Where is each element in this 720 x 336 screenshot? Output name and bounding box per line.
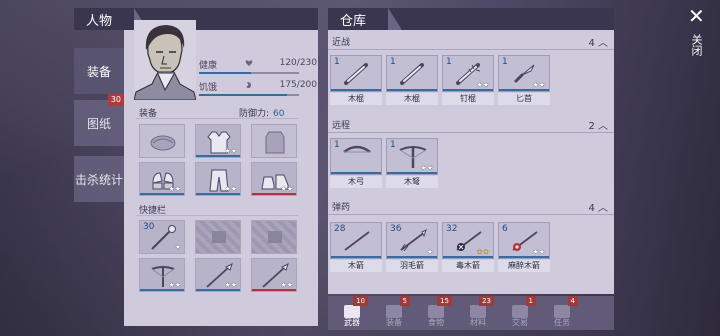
club-icon — [344, 63, 368, 85]
health-bar-fill — [199, 72, 251, 74]
storage-header: 仓库 — [328, 8, 614, 30]
tab-kill-stats[interactable]: 击杀统计 — [74, 156, 124, 202]
close-button[interactable]: ✕ 关闭 — [684, 6, 714, 66]
character-title: 人物 — [86, 14, 113, 29]
item-spiked-club[interactable]: 1 ★★ 钉棍 — [442, 55, 494, 105]
stat-health: 健康 120/230 — [199, 58, 317, 74]
chevron-up-icon: ︿ — [598, 38, 608, 49]
category-melee-label: 近战 — [332, 38, 351, 48]
item-feather-arrow[interactable]: 36 ★ 羽毛箭 — [386, 222, 438, 272]
item-dagger[interactable]: 1 ★★ 匕首 — [498, 55, 550, 105]
item-poison-arrow[interactable]: 32 ★★ 毒木箭 — [442, 222, 494, 272]
stat-hunger-value: 175/200 — [279, 80, 317, 90]
category-melee[interactable]: 近战 4 ︿ — [328, 32, 614, 50]
item-wood-bow[interactable]: 1 木弓 — [330, 138, 382, 188]
equip-slot-feet[interactable]: ★★ — [251, 162, 297, 196]
quick-slot-5[interactable]: ★★ — [195, 258, 241, 292]
tab-kill-stats-label: 击杀统计 — [74, 172, 123, 187]
stomach-icon — [246, 82, 251, 88]
arrow-icon — [344, 231, 370, 251]
stat-health-label: 健康 — [199, 61, 218, 71]
quick-slot-3-locked — [251, 220, 297, 254]
character-portrait — [133, 20, 197, 101]
quick-slot-4[interactable]: ★★ — [139, 258, 185, 292]
hat-icon — [150, 135, 176, 151]
quick-slot-1[interactable]: 30 ★ — [139, 220, 185, 254]
item-wood-club-1[interactable]: 1 木棍 — [330, 55, 382, 105]
chevron-up-icon: ︿ — [598, 203, 608, 214]
storage-title: 仓库 — [340, 14, 367, 29]
category-ranged[interactable]: 远程 2 ︿ — [328, 115, 614, 133]
blueprints-badge: 30 — [107, 94, 124, 106]
hunger-bar-fill — [199, 94, 287, 96]
category-ammo-count: 4 — [588, 203, 595, 214]
close-label: 关闭 — [690, 34, 703, 56]
chevron-up-icon: ︿ — [598, 121, 608, 132]
category-ranged-label: 远程 — [332, 121, 351, 131]
bottom-tab-weapons[interactable]: 10 武器 — [332, 296, 372, 330]
jacket-icon — [265, 131, 285, 154]
tab-blueprints[interactable]: 图纸 30 — [74, 94, 124, 146]
bottom-tab-equipment[interactable]: 5 装备 — [374, 296, 414, 330]
item-wood-crossbow[interactable]: 1 ★★ 木弩 — [386, 138, 438, 188]
equip-slot-legs[interactable]: ★★ — [195, 162, 241, 196]
locked-icon — [268, 231, 282, 243]
quick-slot-2-locked — [195, 220, 241, 254]
category-ammo[interactable]: 弹药 4 ︿ — [328, 197, 614, 215]
equip-slot-outer[interactable] — [251, 124, 297, 158]
bottom-tab-trade[interactable]: 1 交易 — [500, 296, 540, 330]
bottom-tab-materials[interactable]: 23 材料 — [458, 296, 498, 330]
item-tranquilizer-arrow[interactable]: 6 ★★ 麻醉木箭 — [498, 222, 550, 272]
stat-health-value: 120/230 — [279, 58, 317, 68]
bow-icon — [343, 145, 371, 154]
bottom-tab-bar: 10 武器 5 装备 15 食物 23 材料 1 交易 4 任务 — [328, 296, 614, 330]
bottom-tab-quests[interactable]: 4 任务 — [542, 296, 582, 330]
equip-slot-head[interactable] — [139, 124, 185, 158]
tab-equipment-label: 装备 — [86, 64, 111, 79]
heart-icon — [245, 60, 253, 66]
tab-equipment[interactable]: 装备 — [74, 48, 124, 94]
category-melee-count: 4 — [588, 38, 595, 49]
locked-icon — [212, 231, 226, 243]
category-ammo-label: 弹药 — [332, 203, 351, 213]
feather-arrow-icon — [400, 229, 427, 252]
character-header: 人物 — [74, 8, 318, 30]
stat-hunger-label: 饥饿 — [199, 83, 218, 93]
item-wood-arrow[interactable]: 28 木箭 — [330, 222, 382, 272]
close-icon: ✕ — [688, 4, 705, 28]
equip-slot-body[interactable]: ★★ — [195, 124, 241, 158]
item-wood-club-2[interactable]: 1 木棍 — [386, 55, 438, 105]
flail-icon — [151, 225, 176, 250]
equip-slot-hands[interactable]: ★★ — [139, 162, 185, 196]
club-icon — [400, 63, 424, 85]
stat-hunger: 饥饿 175/200 — [199, 80, 317, 96]
category-ranged-count: 2 — [588, 121, 595, 132]
tab-blueprints-label: 图纸 — [86, 116, 111, 131]
quick-slot-6[interactable]: ★★ — [251, 258, 297, 292]
bottom-tab-food[interactable]: 15 食物 — [416, 296, 456, 330]
